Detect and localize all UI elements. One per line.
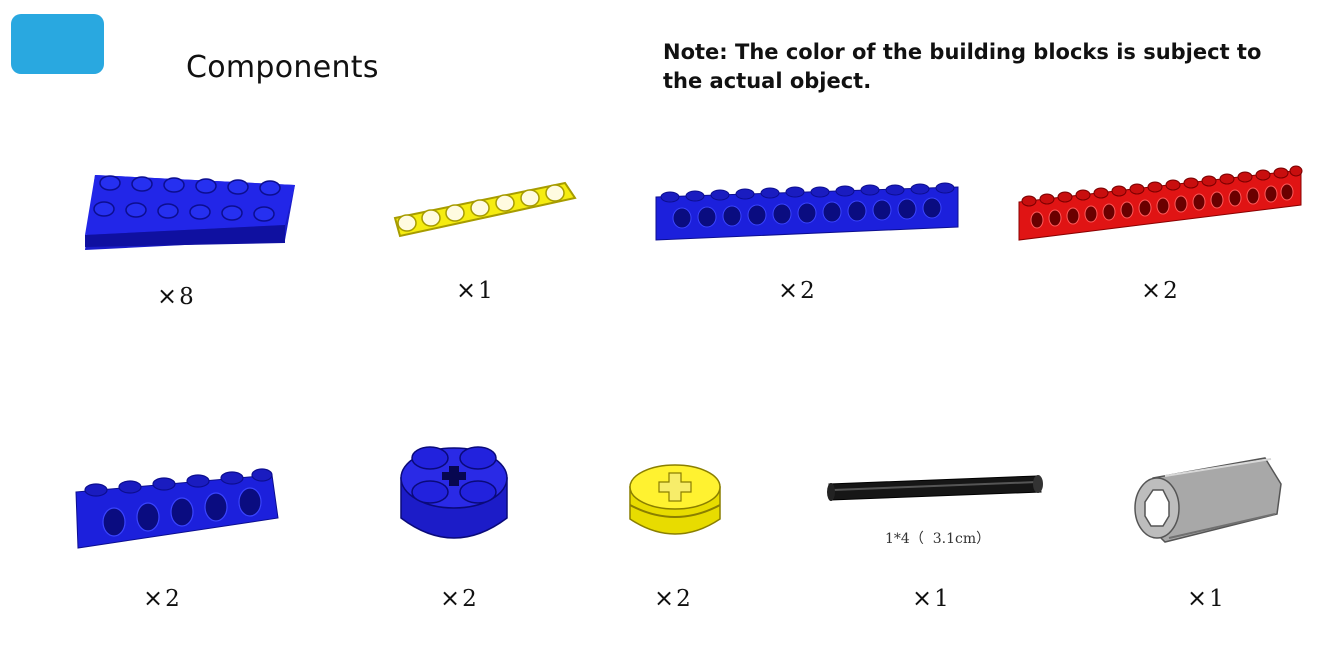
blue-plate-2x6-icon: [80, 165, 295, 250]
quantity-label: ×2: [143, 584, 180, 612]
gray-axle-connector-icon: [1125, 456, 1285, 548]
section-badge: [11, 14, 104, 74]
quantity-label: ×1: [456, 276, 493, 304]
color-note: Note: The color of the building blocks i…: [663, 40, 1262, 93]
quantity-label: ×2: [654, 584, 691, 612]
blue-brick-1x12-icon: [652, 182, 962, 244]
page-title: Components: [186, 50, 379, 85]
quantity-label: ×2: [1141, 276, 1178, 304]
black-axle-icon: [825, 470, 1045, 510]
red-brick-1x16-icon: [1015, 160, 1305, 245]
blue-brick-1x6-icon: [72, 460, 282, 552]
yellow-bush-icon: [625, 457, 725, 543]
quantity-label: ×1: [1187, 584, 1224, 612]
blue-round-brick-icon: [395, 428, 513, 546]
quantity-label: ×1: [912, 584, 949, 612]
quantity-label: ×2: [440, 584, 477, 612]
quantity-label: ×8: [157, 282, 194, 310]
quantity-label: ×2: [778, 276, 815, 304]
axle-size-label: 1*4（ 3.1cm）: [885, 531, 991, 547]
yellow-beam-7-icon: [385, 178, 580, 240]
